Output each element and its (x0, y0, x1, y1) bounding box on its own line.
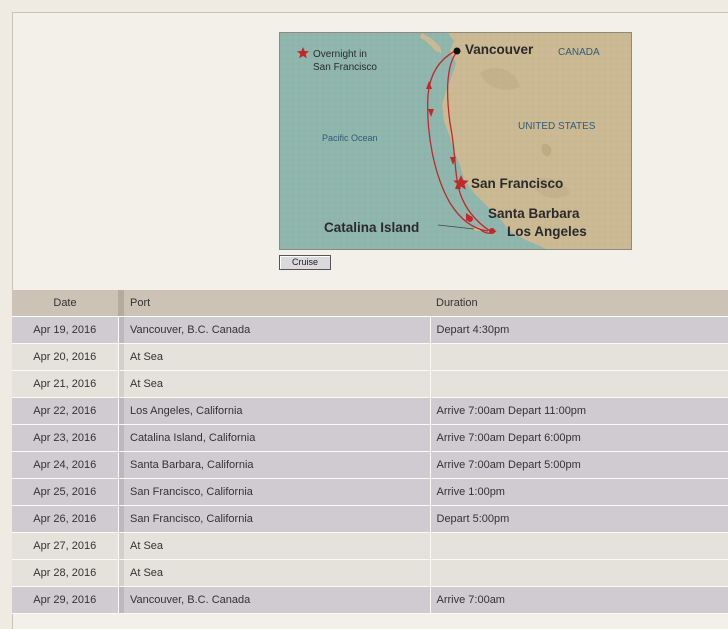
table-row: Apr 20, 2016 At Sea (12, 343, 728, 371)
catalina-island-label: Catalina Island (324, 220, 419, 235)
table-row: Apr 27, 2016 At Sea (12, 532, 728, 560)
cell-port: San Francisco, California (124, 478, 431, 506)
santa-barbara-marker (467, 216, 473, 222)
cell-date: Apr 25, 2016 (12, 478, 119, 506)
cell-date: Apr 19, 2016 (12, 316, 119, 344)
cell-date: Apr 29, 2016 (12, 586, 119, 614)
table-row: Apr 26, 2016 San Francisco, California Dep… (12, 505, 728, 533)
cell-port: At Sea (124, 559, 431, 587)
cell-date: Apr 28, 2016 (12, 559, 119, 587)
cell-duration: Arrive 7:00am (430, 586, 728, 614)
table-row: Apr 25, 2016 San Francisco, California Arr… (12, 478, 728, 506)
cell-duration: Arrive 7:00am Depart 11:00pm (430, 397, 728, 425)
route-map-svg: Overnight in San Francisco Pacific Ocean… (280, 33, 631, 249)
cell-date: Apr 26, 2016 (12, 505, 119, 533)
san-francisco-label: San Francisco (471, 176, 563, 191)
cell-duration: Arrive 7:00am Depart 5:00pm (430, 451, 728, 479)
legend-text-line1: Overnight in (313, 49, 367, 60)
route-map: Overnight in San Francisco Pacific Ocean… (279, 32, 632, 250)
cell-date: Apr 23, 2016 (12, 424, 119, 452)
cell-duration (430, 370, 728, 398)
table-header-row: Date Port Duration (12, 290, 728, 317)
itinerary-body: Apr 19, 2016 Vancouver, B.C. Canada Depart… (12, 316, 728, 614)
table-row: Apr 28, 2016 At Sea (12, 559, 728, 587)
table-row: Apr 24, 2016 Santa Barbara, California Arr… (12, 451, 728, 479)
cell-duration: Arrive 1:00pm (430, 478, 728, 506)
los-angeles-label: Los Angeles (507, 224, 587, 239)
legend-text-line2: San Francisco (313, 62, 377, 73)
cell-port: At Sea (124, 532, 431, 560)
ocean-label: Pacific Ocean (322, 133, 378, 143)
cell-port: Santa Barbara, California (124, 451, 431, 479)
table-row: Apr 22, 2016 Los Angeles, California Arriv… (12, 397, 728, 425)
santa-barbara-label: Santa Barbara (488, 206, 580, 221)
table-row: Apr 19, 2016 Vancouver, B.C. Canada Depart… (12, 316, 728, 344)
table-row: Apr 29, 2016 Vancouver, B.C. Canada Arrive… (12, 586, 728, 614)
united-states-label: UNITED STATES (518, 121, 596, 132)
cell-date: Apr 21, 2016 (12, 370, 119, 398)
cell-date: Apr 27, 2016 (12, 532, 119, 560)
cell-date: Apr 22, 2016 (12, 397, 119, 425)
cell-port: Vancouver, B.C. Canada (124, 316, 431, 344)
cell-port: Los Angeles, California (124, 397, 431, 425)
vancouver-marker (453, 47, 461, 55)
header-duration: Duration (430, 290, 728, 317)
cell-port: Vancouver, B.C. Canada (124, 586, 431, 614)
cell-port: San Francisco, California (124, 505, 431, 533)
header-date: Date (12, 290, 118, 317)
cell-duration (430, 559, 728, 587)
cell-duration (430, 343, 728, 371)
cell-port: At Sea (124, 343, 431, 371)
cell-duration (430, 532, 728, 560)
itinerary-table: Date Port Duration Apr 19, 2016 Vancouver… (12, 290, 728, 614)
table-row: Apr 23, 2016 Catalina Island, California A… (12, 424, 728, 452)
cell-duration: Depart 5:00pm (430, 505, 728, 533)
cruise-button[interactable]: Cruise (279, 255, 331, 270)
los-angeles-marker (489, 228, 495, 234)
cell-duration: Depart 4:30pm (430, 316, 728, 344)
cell-duration: Arrive 7:00am Depart 6:00pm (430, 424, 728, 452)
cell-port: At Sea (124, 370, 431, 398)
cell-port: Catalina Island, California (124, 424, 431, 452)
header-port: Port (124, 290, 430, 317)
canada-label: CANADA (558, 47, 600, 58)
vancouver-label: Vancouver (465, 42, 534, 57)
table-row: Apr 21, 2016 At Sea (12, 370, 728, 398)
cell-date: Apr 24, 2016 (12, 451, 119, 479)
cell-date: Apr 20, 2016 (12, 343, 119, 371)
